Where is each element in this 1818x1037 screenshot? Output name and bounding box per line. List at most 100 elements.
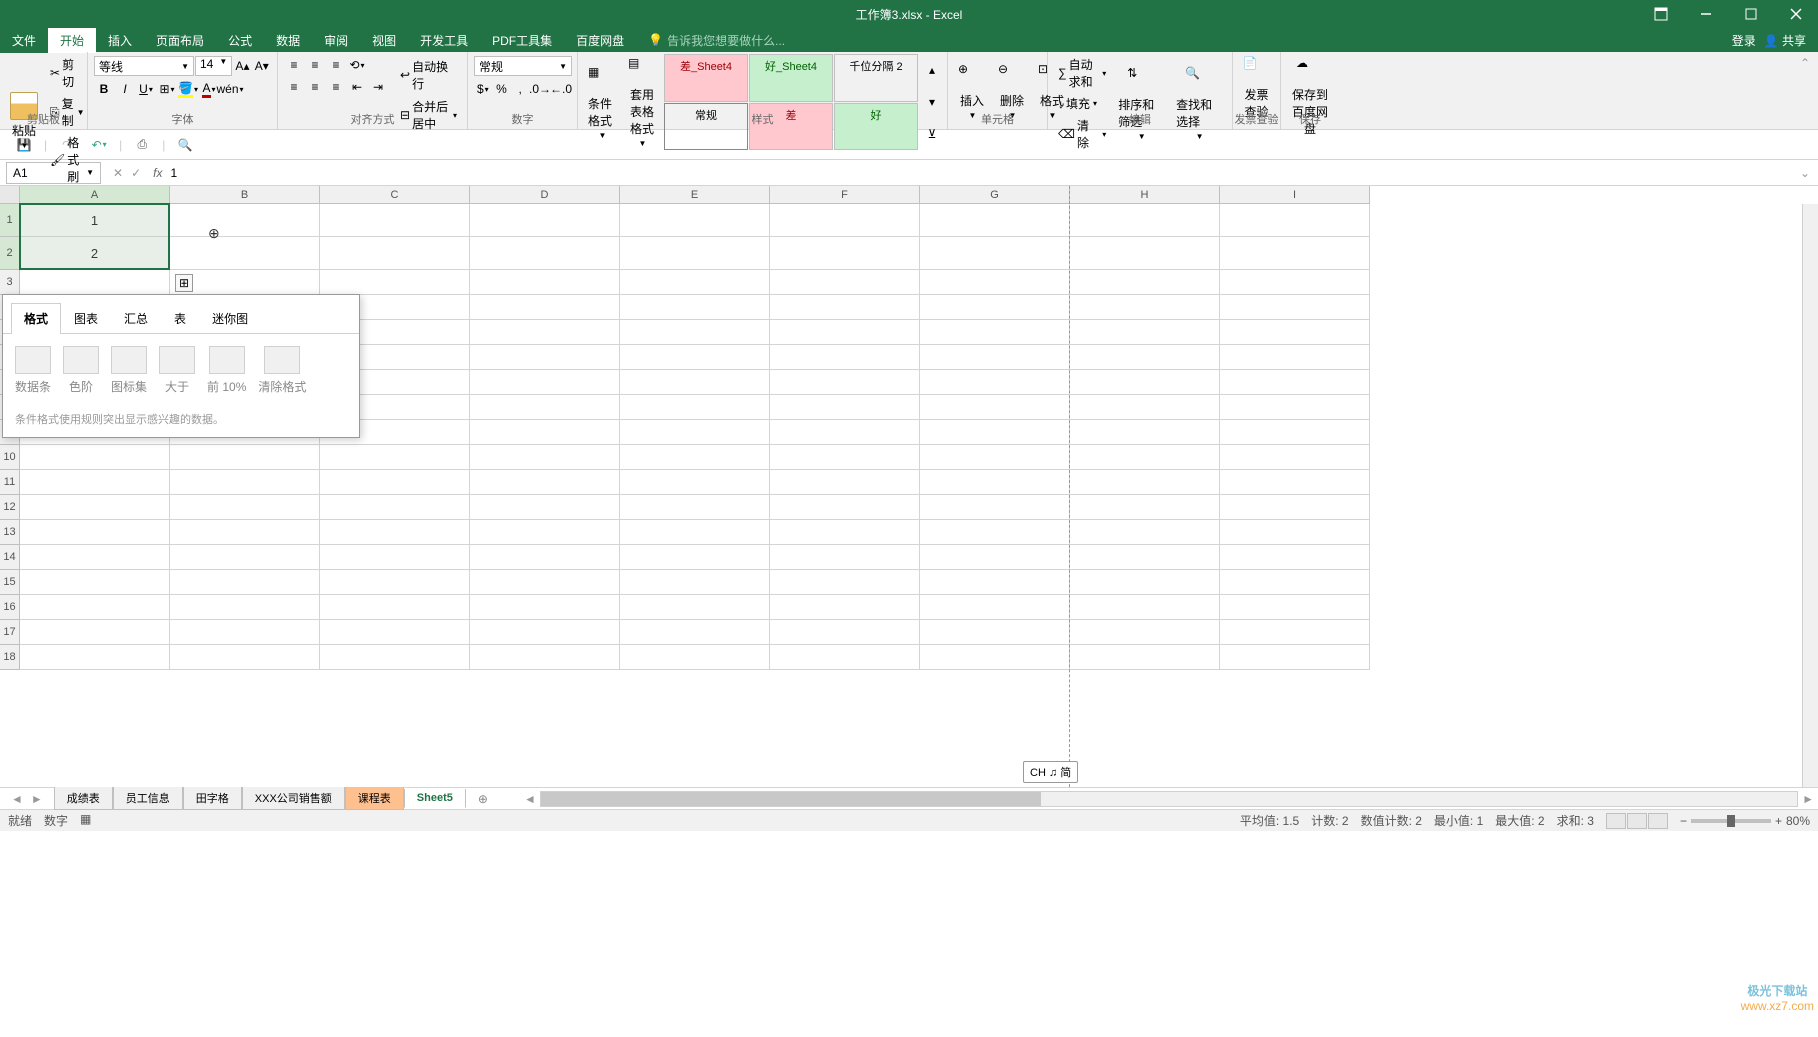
cell-G17[interactable] xyxy=(920,620,1070,645)
cell-H10[interactable] xyxy=(1070,445,1220,470)
table-format-button[interactable]: ▤ 套用 表格格式▼ xyxy=(624,54,660,150)
cell-F17[interactable] xyxy=(770,620,920,645)
col-header-B[interactable]: B xyxy=(170,186,320,204)
cell-F4[interactable] xyxy=(770,295,920,320)
cell-G10[interactable] xyxy=(920,445,1070,470)
cell-H12[interactable] xyxy=(1070,495,1220,520)
col-header-I[interactable]: I xyxy=(1220,186,1370,204)
cell-B2[interactable] xyxy=(170,237,320,270)
cell-A11[interactable] xyxy=(20,470,170,495)
cell-E16[interactable] xyxy=(620,595,770,620)
cell-F18[interactable] xyxy=(770,645,920,670)
cell-D11[interactable] xyxy=(470,470,620,495)
cell-I11[interactable] xyxy=(1220,470,1370,495)
cell-H18[interactable] xyxy=(1070,645,1220,670)
cell-C17[interactable] xyxy=(320,620,470,645)
tell-me-search[interactable]: 💡告诉我您想要做什么... xyxy=(648,32,785,49)
tab-insert[interactable]: 插入 xyxy=(96,28,144,53)
cell-A14[interactable] xyxy=(20,545,170,570)
style-bad-sheet[interactable]: 差_Sheet4 xyxy=(664,54,748,102)
col-header-H[interactable]: H xyxy=(1070,186,1220,204)
format-painter-button[interactable]: 🖌格式刷 xyxy=(46,132,89,187)
row-header-18[interactable]: 18 xyxy=(0,645,20,670)
cell-D13[interactable] xyxy=(470,520,620,545)
qa-tab-chart[interactable]: 图表 xyxy=(61,303,111,333)
macro-icon[interactable]: ▦ xyxy=(80,812,91,829)
cell-I3[interactable] xyxy=(1220,270,1370,295)
tab-formulas[interactable]: 公式 xyxy=(216,28,264,53)
qa-tab-format[interactable]: 格式 xyxy=(11,303,61,334)
cell-E12[interactable] xyxy=(620,495,770,520)
undo-icon[interactable]: ↶▾ xyxy=(87,133,111,157)
cell-C13[interactable] xyxy=(320,520,470,545)
row-header-11[interactable]: 11 xyxy=(0,470,20,495)
cell-E5[interactable] xyxy=(620,320,770,345)
sort-filter-button[interactable]: ⇅排序和筛选▼ xyxy=(1114,54,1168,153)
cell-F16[interactable] xyxy=(770,595,920,620)
cut-button[interactable]: ✂剪切 xyxy=(46,54,89,92)
decrease-font-icon[interactable]: A▾ xyxy=(253,57,271,75)
cell-D6[interactable] xyxy=(470,345,620,370)
align-middle-icon[interactable]: ≡ xyxy=(305,56,325,74)
cell-D8[interactable] xyxy=(470,395,620,420)
minimize-icon[interactable] xyxy=(1683,0,1728,28)
cell-E9[interactable] xyxy=(620,420,770,445)
decrease-decimal-icon[interactable]: ←.0 xyxy=(551,80,571,98)
cell-C15[interactable] xyxy=(320,570,470,595)
cell-I18[interactable] xyxy=(1220,645,1370,670)
tab-page-layout[interactable]: 页面布局 xyxy=(144,28,216,53)
row-header-10[interactable]: 10 xyxy=(0,445,20,470)
tab-data[interactable]: 数据 xyxy=(264,28,312,53)
cell-E14[interactable] xyxy=(620,545,770,570)
align-bottom-icon[interactable]: ≡ xyxy=(326,56,346,74)
fill-color-button[interactable]: 🪣▾ xyxy=(178,80,198,98)
cell-B17[interactable] xyxy=(170,620,320,645)
cell-H7[interactable] xyxy=(1070,370,1220,395)
cell-I12[interactable] xyxy=(1220,495,1370,520)
cell-C3[interactable] xyxy=(320,270,470,295)
cell-E4[interactable] xyxy=(620,295,770,320)
cell-I17[interactable] xyxy=(1220,620,1370,645)
cell-F13[interactable] xyxy=(770,520,920,545)
cell-E10[interactable] xyxy=(620,445,770,470)
tab-home[interactable]: 开始 xyxy=(48,28,96,53)
cell-E7[interactable] xyxy=(620,370,770,395)
cell-C18[interactable] xyxy=(320,645,470,670)
expand-formula-icon[interactable]: ⌄ xyxy=(1792,166,1818,180)
cell-D1[interactable] xyxy=(470,204,620,237)
align-right-icon[interactable]: ≡ xyxy=(326,78,346,96)
cell-B18[interactable] xyxy=(170,645,320,670)
cell-I10[interactable] xyxy=(1220,445,1370,470)
cell-H3[interactable] xyxy=(1070,270,1220,295)
cell-H11[interactable] xyxy=(1070,470,1220,495)
zoom-out-icon[interactable]: − xyxy=(1680,814,1687,828)
cell-A18[interactable] xyxy=(20,645,170,670)
qa-top10[interactable]: 前 10% xyxy=(207,346,246,395)
style-more-icon[interactable]: ⊻ xyxy=(922,125,942,143)
qa-tab-tables[interactable]: 表 xyxy=(161,303,199,333)
cell-C1[interactable] xyxy=(320,204,470,237)
cell-E13[interactable] xyxy=(620,520,770,545)
cell-H17[interactable] xyxy=(1070,620,1220,645)
cell-H8[interactable] xyxy=(1070,395,1220,420)
cell-F7[interactable] xyxy=(770,370,920,395)
cell-B14[interactable] xyxy=(170,545,320,570)
zoom-level[interactable]: 80% xyxy=(1786,814,1810,828)
sheet-tab-1[interactable]: 成绩表 xyxy=(54,787,113,810)
cell-H1[interactable] xyxy=(1070,204,1220,237)
col-header-D[interactable]: D xyxy=(470,186,620,204)
percent-icon[interactable]: % xyxy=(493,80,511,98)
cell-D7[interactable] xyxy=(470,370,620,395)
quick-analysis-button[interactable]: ⊞ xyxy=(175,274,193,292)
qa-greater[interactable]: 大于 xyxy=(159,346,195,395)
cell-F15[interactable] xyxy=(770,570,920,595)
cell-B10[interactable] xyxy=(170,445,320,470)
cell-C10[interactable] xyxy=(320,445,470,470)
cell-E6[interactable] xyxy=(620,345,770,370)
cell-E3[interactable] xyxy=(620,270,770,295)
cell-H5[interactable] xyxy=(1070,320,1220,345)
cell-D14[interactable] xyxy=(470,545,620,570)
row-header-13[interactable]: 13 xyxy=(0,520,20,545)
tab-nav-next-icon[interactable]: ► xyxy=(28,792,46,806)
cell-G6[interactable] xyxy=(920,345,1070,370)
